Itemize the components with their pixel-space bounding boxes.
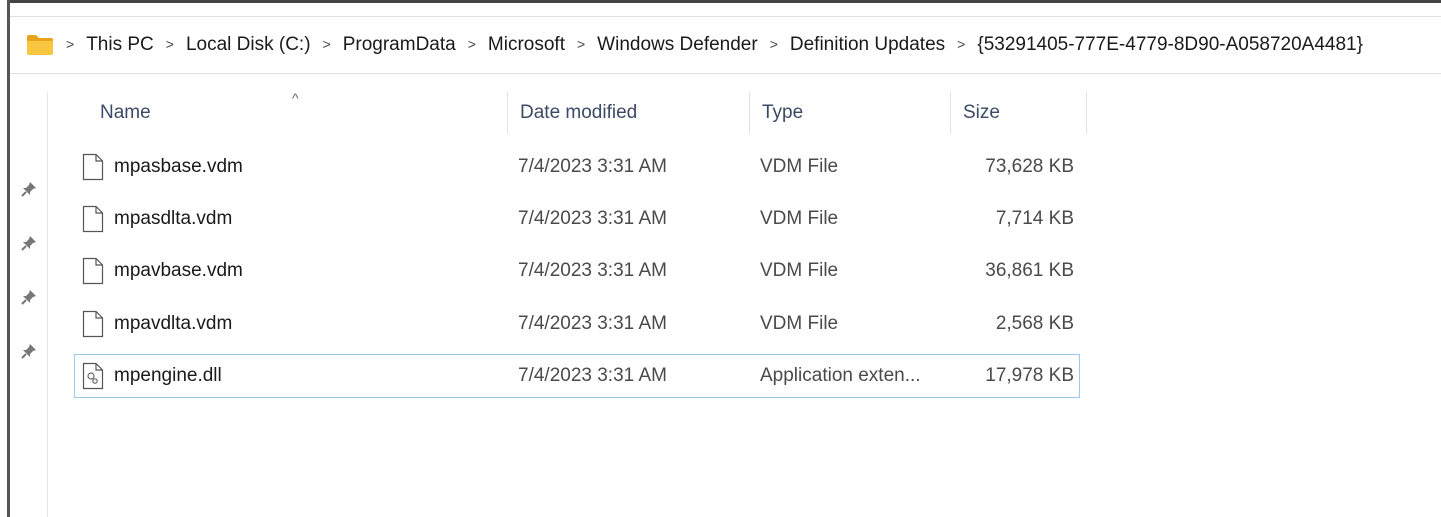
- column-header-type[interactable]: Type: [750, 92, 951, 134]
- column-size-label: Size: [963, 102, 1000, 123]
- file-size: 73,628 KB: [985, 156, 1074, 177]
- column-date-label: Date modified: [520, 102, 638, 123]
- document-icon: [82, 205, 104, 233]
- dll-file-icon: [82, 362, 104, 390]
- file-size: 2,568 KB: [995, 313, 1074, 334]
- file-type: VDM File: [760, 313, 839, 334]
- column-type-label: Type: [762, 102, 804, 123]
- file-name-cell: mpavbase.vdm: [82, 249, 243, 293]
- file-date: 7/4/2023 3:31 AM: [518, 156, 667, 177]
- pin-icon[interactable]: [20, 342, 38, 360]
- breadcrumb-windows-defender[interactable]: Windows Defender: [597, 32, 758, 58]
- file-size: 7,714 KB: [995, 208, 1074, 229]
- file-name: mpasbase.vdm: [114, 156, 243, 177]
- file-row-selected[interactable]: mpengine.dll 7/4/2023 3:31 AM Applicatio…: [74, 354, 1080, 398]
- file-row[interactable]: mpasbase.vdm 7/4/2023 3:31 AM VDM File 7…: [74, 145, 1080, 189]
- address-bar[interactable]: > This PC > Local Disk (C:) > ProgramDat…: [10, 16, 1441, 74]
- file-size: 36,861 KB: [985, 260, 1074, 281]
- file-name: mpavdlta.vdm: [114, 313, 233, 334]
- pin-icon[interactable]: [20, 288, 38, 306]
- file-name-cell: mpasbase.vdm: [82, 145, 243, 189]
- sort-ascending-icon: ^: [292, 90, 299, 106]
- chevron-right-icon[interactable]: >: [66, 36, 74, 52]
- document-icon: [82, 153, 104, 181]
- file-name-cell: mpavdlta.vdm: [82, 302, 232, 346]
- column-header-size[interactable]: Size: [951, 92, 1087, 134]
- file-row[interactable]: mpasdlta.vdm 7/4/2023 3:31 AM VDM File 7…: [74, 197, 1080, 241]
- chevron-right-icon[interactable]: >: [957, 36, 965, 52]
- file-type: Application exten...: [760, 365, 921, 386]
- file-name: mpasdlta.vdm: [114, 208, 233, 229]
- breadcrumb-local-disk[interactable]: Local Disk (C:): [186, 32, 311, 58]
- pin-icon[interactable]: [20, 234, 38, 252]
- file-name-cell: mpasdlta.vdm: [82, 197, 232, 241]
- chevron-right-icon[interactable]: >: [770, 36, 778, 52]
- file-date: 7/4/2023 3:31 AM: [518, 208, 667, 229]
- file-date: 7/4/2023 3:31 AM: [518, 313, 667, 334]
- file-row[interactable]: mpavbase.vdm 7/4/2023 3:31 AM VDM File 3…: [74, 249, 1080, 293]
- file-size: 17,978 KB: [985, 365, 1074, 386]
- file-date: 7/4/2023 3:31 AM: [518, 365, 667, 386]
- pin-icon[interactable]: [20, 180, 38, 198]
- folder-icon: [26, 34, 54, 56]
- chevron-right-icon[interactable]: >: [166, 36, 174, 52]
- file-type: VDM File: [760, 156, 839, 177]
- window-frame-top: [7, 0, 1441, 3]
- column-name-label: Name: [100, 102, 151, 123]
- breadcrumb-programdata[interactable]: ProgramData: [343, 32, 456, 58]
- column-header-date-modified[interactable]: Date modified: [508, 92, 750, 134]
- document-icon: [82, 310, 104, 338]
- file-type: VDM File: [760, 260, 839, 281]
- breadcrumb-definition-updates[interactable]: Definition Updates: [790, 32, 945, 58]
- chevron-right-icon[interactable]: >: [577, 36, 585, 52]
- navigation-pane: [10, 92, 48, 517]
- file-row[interactable]: mpavdlta.vdm 7/4/2023 3:31 AM VDM File 2…: [74, 302, 1080, 346]
- file-name: mpengine.dll: [114, 365, 222, 386]
- breadcrumb-guid-folder[interactable]: {53291405-777E-4779-8D90-A058720A4481}: [977, 32, 1363, 58]
- breadcrumb-microsoft[interactable]: Microsoft: [488, 32, 565, 58]
- document-icon: [82, 257, 104, 285]
- column-header-name[interactable]: Name ^: [74, 90, 508, 134]
- file-type: VDM File: [760, 208, 839, 229]
- breadcrumb-this-pc[interactable]: This PC: [86, 32, 154, 58]
- file-name: mpavbase.vdm: [114, 260, 243, 281]
- file-date: 7/4/2023 3:31 AM: [518, 260, 667, 281]
- chevron-right-icon[interactable]: >: [468, 36, 476, 52]
- file-name-cell: mpengine.dll: [82, 355, 222, 397]
- chevron-right-icon[interactable]: >: [323, 36, 331, 52]
